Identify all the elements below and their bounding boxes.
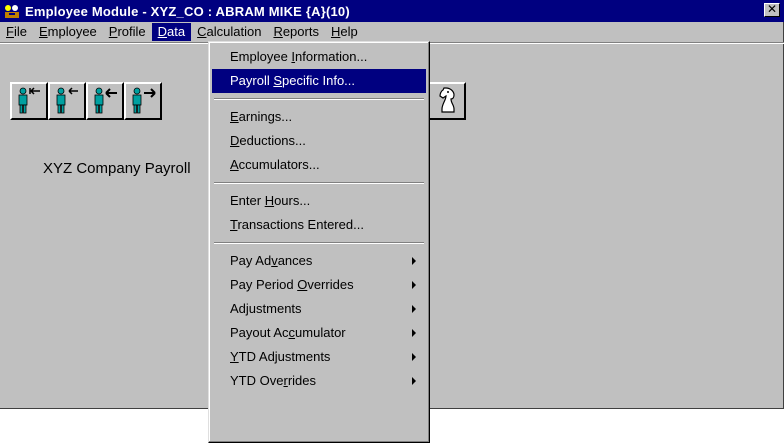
submenu-arrow-icon [412,257,416,265]
menu-file[interactable]: File [0,23,33,41]
menu-ytd-adjustments[interactable]: YTD Adjustments [212,345,426,369]
menu-reports[interactable]: Reports [267,23,325,41]
horse-icon [432,85,462,118]
menu-accumulators[interactable]: Accumulators... [212,153,426,177]
submenu-arrow-icon [412,281,416,289]
next-employee-button[interactable] [124,82,162,120]
window-title: Employee Module - XYZ_CO : ABRAM MIKE {A… [25,3,350,19]
menu-transactions-entered[interactable]: Transactions Entered... [212,213,426,237]
first-employee-icon [14,85,44,118]
menu-calculation[interactable]: Calculation [191,23,267,41]
first-employee-button[interactable] [10,82,48,120]
menu-earnings[interactable]: Earnings... [212,105,426,129]
menu-data[interactable]: Data [151,23,192,41]
back-arrow-icon [90,85,120,118]
menu-payroll-specific-info[interactable]: Payroll Specific Info... [212,69,426,93]
menu-separator [214,182,424,184]
submenu-arrow-icon [412,305,416,313]
app-icon[interactable] [3,3,21,19]
menu-employee-information[interactable]: Employee Information... [212,45,426,69]
submenu-arrow-icon [412,377,416,385]
submenu-arrow-icon [412,353,416,361]
menu-deductions[interactable]: Deductions... [212,129,426,153]
previous-employee-icon [52,85,82,118]
menu-enter-hours[interactable]: Enter Hours... [212,189,426,213]
close-button[interactable]: ✕ [764,3,780,17]
data-menu-dropdown: Employee Information... Payroll Specific… [208,41,430,443]
exit-button[interactable] [428,82,466,120]
menu-employee[interactable]: Employee [33,23,103,41]
menu-ytd-overrides[interactable]: YTD Overrides [212,369,426,393]
toolbar [10,82,162,120]
submenu-arrow-icon [412,329,416,337]
previous-employee-button[interactable] [48,82,86,120]
menu-separator [214,98,424,100]
menu-payout-accumulator[interactable]: Payout Accumulator [212,321,426,345]
menu-profile[interactable]: Profile [103,23,152,41]
company-label: XYZ Company Payroll [43,160,191,177]
back-arrow-button[interactable] [86,82,124,120]
next-employee-icon [128,85,158,118]
menu-pay-advances[interactable]: Pay Advances [212,249,426,273]
menu-help[interactable]: Help [325,23,364,41]
menu-pay-period-overrides[interactable]: Pay Period Overrides [212,273,426,297]
menu-bar: File Employee Profile Data Calculation R… [0,22,784,42]
menu-adjustments[interactable]: Adjustments [212,297,426,321]
menu-separator [214,242,424,244]
title-bar[interactable]: Employee Module - XYZ_CO : ABRAM MIKE {A… [0,0,784,22]
